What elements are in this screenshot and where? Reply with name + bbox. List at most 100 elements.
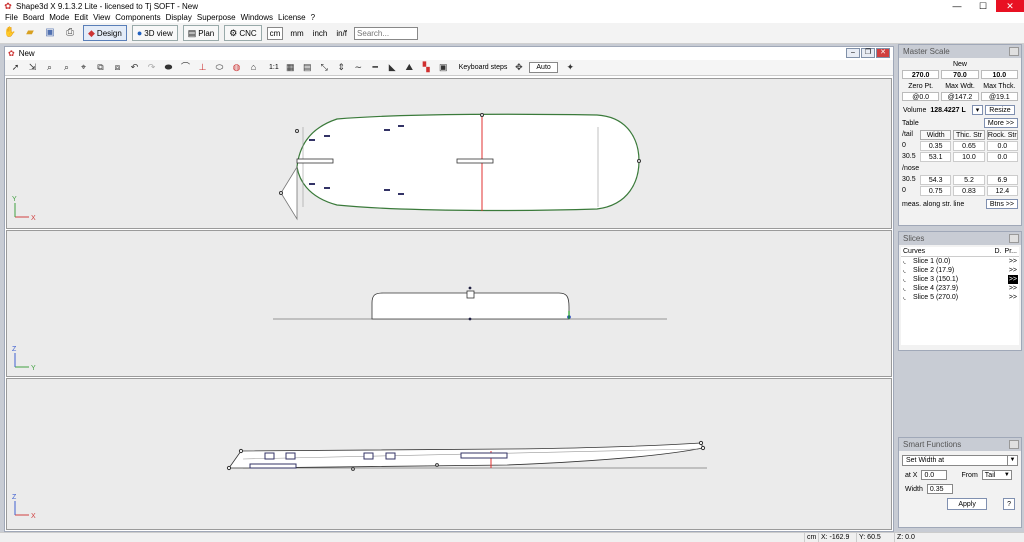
zero-point-value[interactable]: @0.0 [902, 92, 940, 101]
window-icon[interactable]: ▣ [437, 61, 450, 74]
panel-close-button[interactable] [1009, 234, 1019, 243]
slice-arrow-button[interactable]: >> [1008, 293, 1018, 302]
max-thickness-position[interactable]: @19.1 [980, 92, 1018, 101]
select-points-icon[interactable]: ⇲ [26, 61, 39, 74]
slice-icon[interactable]: ◍ [230, 61, 243, 74]
grid-icon[interactable]: ▦ [284, 61, 297, 74]
board-outline-icon[interactable]: ⬬ [162, 61, 175, 74]
control-point[interactable] [238, 448, 244, 454]
open-folder-icon[interactable]: ▰ [23, 26, 37, 40]
middle-viewport[interactable]: Y Z [6, 230, 892, 377]
menu-help[interactable]: ? [311, 13, 315, 22]
list-item[interactable]: ◟ Slice 1 (0.0) >> [901, 257, 1019, 266]
unit-inf[interactable]: in/f [334, 28, 349, 39]
menu-file[interactable]: File [5, 13, 18, 22]
doc-minimize-button[interactable]: – [846, 48, 860, 58]
control-point[interactable] [468, 317, 472, 321]
list-item[interactable]: ◟ Slice 4 (237.9) >> [901, 284, 1019, 293]
keyboard-steps-value[interactable]: Auto [529, 62, 558, 73]
search-input[interactable] [354, 26, 419, 40]
doc-close-button[interactable]: ✕ [876, 48, 890, 58]
volume-menu-button[interactable]: ▾ [971, 105, 984, 115]
control-point[interactable] [698, 440, 704, 446]
control-point[interactable] [480, 113, 484, 117]
mountain-icon[interactable]: ⛰ [403, 61, 416, 74]
slice-arrow-button[interactable]: >> [1008, 284, 1018, 293]
paste-icon[interactable]: ⧈ [111, 61, 124, 74]
width-input[interactable]: 0.35 [926, 484, 953, 494]
control-point[interactable] [468, 286, 472, 290]
line-icon[interactable]: ━ [369, 61, 382, 74]
zoom-fit-icon[interactable]: ⌖ [77, 61, 90, 74]
redo-icon[interactable]: ↷ [145, 61, 158, 74]
move-icon[interactable]: ✥ [512, 61, 525, 74]
resize-button[interactable]: Resize [985, 105, 1015, 115]
cnc-mode-button[interactable]: ⚙ CNC [224, 25, 262, 41]
copy-icon[interactable]: ⧉ [94, 61, 107, 74]
rocker-icon[interactable]: ⌂ [247, 61, 260, 74]
at-x-input[interactable]: 0.0 [921, 470, 948, 480]
help-button[interactable]: ? [1003, 498, 1015, 510]
more-button[interactable]: More >> [983, 118, 1018, 128]
menu-mode[interactable]: Mode [49, 13, 69, 22]
menu-view[interactable]: View [93, 13, 110, 22]
bottom-viewport[interactable]: X Z [6, 378, 892, 530]
measure-icon[interactable]: ⤡ [318, 61, 331, 74]
fin-icon[interactable]: ⊥ [196, 61, 209, 74]
list-item[interactable]: ◟ Slice 3 (150.1) >> [901, 275, 1019, 284]
compass-icon[interactable]: ✦ [564, 61, 577, 74]
menu-display[interactable]: Display [166, 13, 192, 22]
doc-restore-button[interactable]: ❐ [861, 48, 875, 58]
table-icon[interactable]: ▤ [301, 61, 314, 74]
control-point[interactable] [279, 191, 283, 195]
menu-components[interactable]: Components [115, 13, 160, 22]
board-profile-icon[interactable]: ⌒ [179, 61, 192, 74]
zoom-icon[interactable]: ⌕ [43, 61, 56, 74]
menu-windows[interactable]: Windows [241, 13, 273, 22]
undo-icon[interactable]: ↶ [128, 61, 141, 74]
slice-handle[interactable] [466, 290, 475, 299]
panel-close-button[interactable] [1009, 47, 1019, 56]
list-item[interactable]: ◟ Slice 2 (17.9) >> [901, 266, 1019, 275]
colors-icon[interactable]: ▚ [420, 61, 433, 74]
length-field[interactable]: 270.0 [902, 70, 940, 79]
maximize-button[interactable]: ☐ [970, 0, 996, 12]
menu-board[interactable]: Board [23, 13, 44, 22]
unit-cm[interactable]: cm [266, 26, 284, 40]
unit-inch[interactable]: inch [311, 28, 330, 39]
fin-box[interactable] [296, 158, 334, 164]
save-icon[interactable]: ▣ [43, 26, 57, 40]
control-point[interactable] [637, 159, 641, 163]
fin-box[interactable] [249, 463, 297, 469]
btns-button[interactable]: Btns >> [985, 199, 1018, 209]
minimize-button[interactable]: — [944, 0, 970, 12]
slice-arrow-button[interactable]: >> [1008, 266, 1018, 275]
control-point[interactable] [700, 445, 706, 451]
control-point[interactable] [295, 129, 299, 133]
fin-tool-icon[interactable]: ◣ [386, 61, 399, 74]
max-width-position[interactable]: @147.2 [941, 92, 979, 101]
curve-icon[interactable]: ∼ [352, 61, 365, 74]
width-field[interactable]: 70.0 [941, 70, 979, 79]
function-select[interactable]: Set Width at ▼ [902, 455, 1018, 466]
print-icon[interactable]: ⎙ [63, 26, 77, 40]
unit-mm[interactable]: mm [288, 28, 305, 39]
list-item[interactable]: ◟ Slice 5 (270.0) >> [901, 293, 1019, 302]
menu-superpose[interactable]: Superpose [197, 13, 236, 22]
hand-icon[interactable]: ✋ [3, 26, 17, 40]
panel-close-button[interactable] [1009, 440, 1019, 449]
select-arrow-icon[interactable]: ➚ [9, 61, 22, 74]
deck-icon[interactable]: ⬭ [213, 61, 226, 74]
close-button[interactable]: ✕ [996, 0, 1024, 12]
top-viewport[interactable]: X Y [6, 78, 892, 229]
fin-box[interactable] [456, 158, 494, 164]
from-select[interactable]: Tail ▼ [981, 470, 1012, 480]
control-point[interactable] [435, 463, 439, 467]
control-point[interactable] [351, 467, 355, 471]
apply-button[interactable]: Apply [947, 498, 988, 510]
zoom-out-icon[interactable]: ⌕ [60, 61, 73, 74]
plan-mode-button[interactable]: ▤ Plan [182, 25, 220, 41]
scale-label[interactable]: 1:1 [269, 64, 279, 71]
slice-arrow-button[interactable]: >> [1007, 275, 1018, 284]
menu-license[interactable]: License [278, 13, 306, 22]
